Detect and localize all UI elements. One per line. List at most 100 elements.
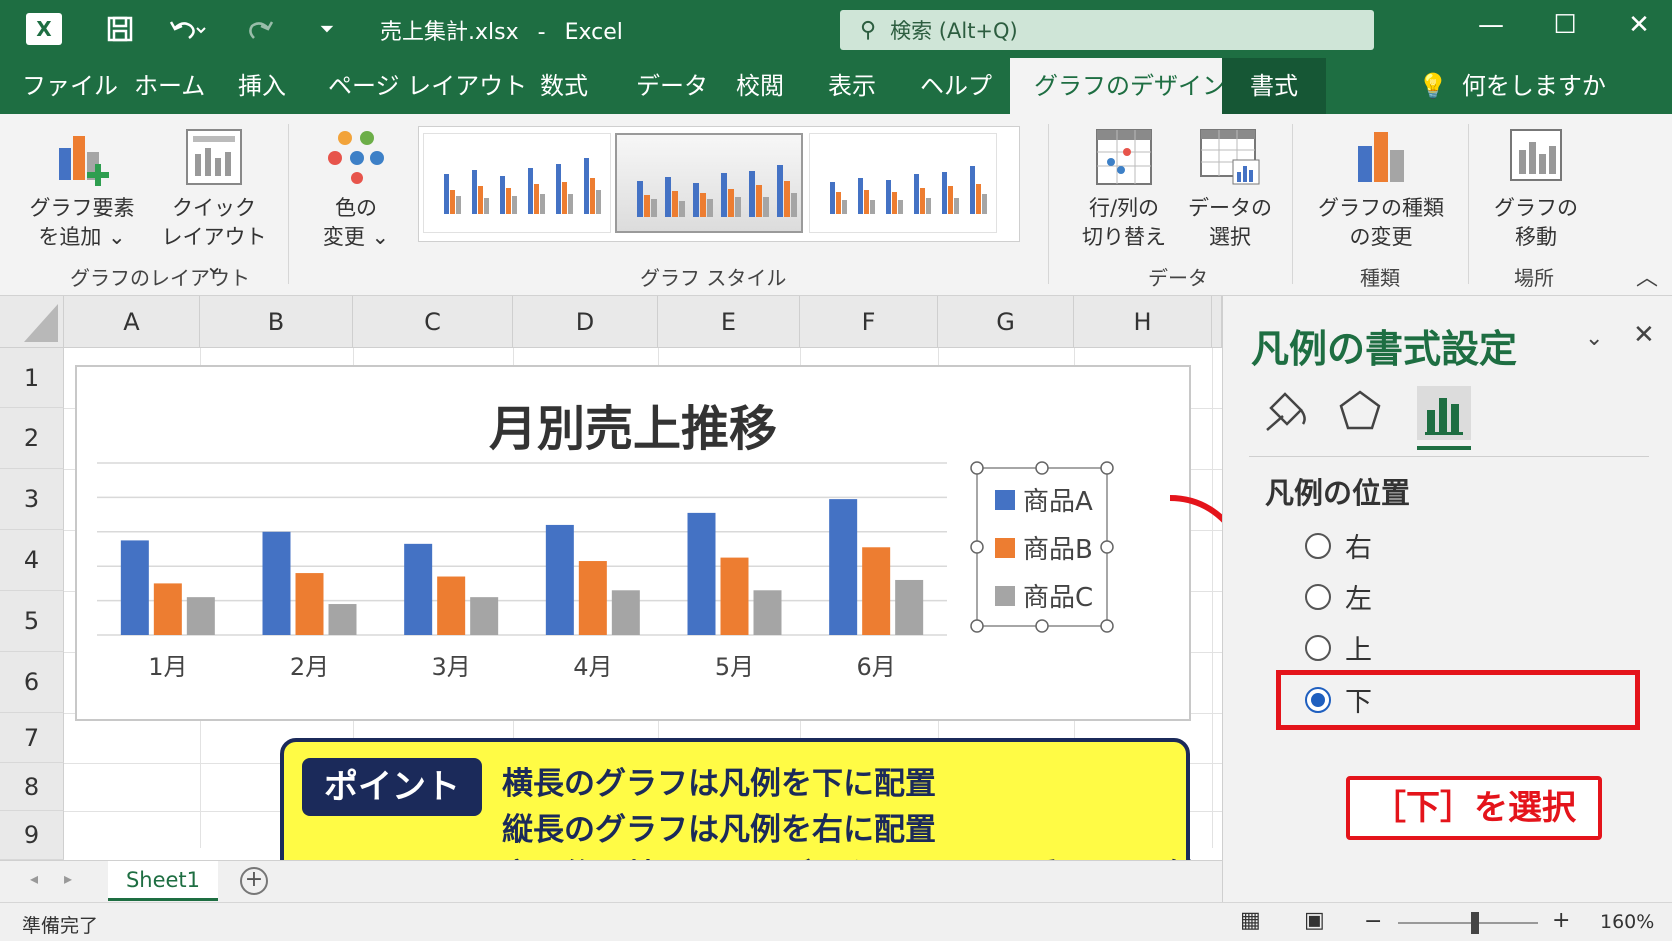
add-chart-element-button[interactable]: グラフ要素 を追加 ⌄ xyxy=(22,124,142,252)
tab-formulas[interactable]: 数式 xyxy=(530,58,598,114)
chart-plot[interactable]: 1月 2月 3月 4月 5月 6月 商品A 商品B 商品C xyxy=(77,367,1189,719)
row-header[interactable]: 7 xyxy=(0,713,64,763)
zoom-out-button[interactable]: − xyxy=(1364,909,1382,934)
row-header[interactable]: 5 xyxy=(0,591,64,652)
bar[interactable] xyxy=(611,590,640,635)
quick-layout-button[interactable]: クイック レイアウト ⌄ xyxy=(150,124,278,281)
selection-handle[interactable] xyxy=(1035,461,1049,475)
selection-handle[interactable] xyxy=(970,461,984,475)
zoom-level[interactable]: 160% xyxy=(1600,911,1654,933)
scroll-right-icon[interactable]: ▸ xyxy=(64,869,72,888)
selection-handle[interactable] xyxy=(1100,540,1114,554)
row-header[interactable]: 4 xyxy=(0,530,64,591)
bar[interactable] xyxy=(404,543,433,635)
bar[interactable] xyxy=(687,512,716,635)
bar[interactable] xyxy=(328,604,357,635)
legend-entry[interactable]: 商品C xyxy=(1023,583,1093,613)
tab-file[interactable]: ファイル xyxy=(12,58,128,114)
tab-format[interactable]: 書式 xyxy=(1222,58,1326,114)
switch-row-column-button[interactable]: 行/列の 切り替え xyxy=(1074,124,1174,252)
row-header[interactable]: 2 xyxy=(0,408,64,469)
legend-entry[interactable]: 商品B xyxy=(1023,535,1093,565)
redo-icon[interactable] xyxy=(240,12,280,46)
chart-area[interactable]: 月別売上推移 1月 2月 3月 4月 5月 6月 商品A 商品B 商品C xyxy=(75,365,1191,721)
tab-view[interactable]: 表示 xyxy=(818,58,886,114)
tab-chart-design[interactable]: グラフのデザイン xyxy=(1010,58,1250,114)
pane-options-chevron-icon[interactable]: ⌄ xyxy=(1585,326,1603,351)
sheet-tab-sheet1[interactable]: Sheet1 xyxy=(108,861,218,901)
minimize-icon[interactable]: — xyxy=(1466,10,1516,40)
tab-home[interactable]: ホーム xyxy=(124,58,215,114)
radio-top[interactable] xyxy=(1305,634,1331,661)
search-box[interactable]: ⚲ 検索 (Alt+Q) xyxy=(840,10,1374,50)
tab-page-layout[interactable]: ページ レイアウト xyxy=(318,58,537,114)
radio-left[interactable] xyxy=(1305,583,1331,610)
tab-help[interactable]: ヘルプ xyxy=(910,58,1002,114)
tab-data[interactable]: データ xyxy=(626,58,718,114)
legend-position-left[interactable]: 左 xyxy=(1305,577,1372,616)
selection-handle[interactable] xyxy=(1100,619,1114,633)
effects-pentagon-icon[interactable] xyxy=(1335,386,1385,436)
chart-style-1[interactable] xyxy=(423,133,611,233)
save-icon[interactable] xyxy=(100,12,140,46)
bar[interactable] xyxy=(470,597,499,635)
zoom-slider-thumb[interactable] xyxy=(1471,912,1479,934)
selection-handle[interactable] xyxy=(970,540,984,554)
change-colors-button[interactable]: 色の 変更 ⌄ xyxy=(304,124,408,252)
selection-handle[interactable] xyxy=(970,619,984,633)
legend-position-top[interactable]: 上 xyxy=(1305,628,1372,667)
close-window-icon[interactable]: ✕ xyxy=(1614,10,1664,40)
chart-style-2-selected[interactable] xyxy=(615,133,803,233)
bar[interactable] xyxy=(895,579,924,635)
change-chart-type-button[interactable]: グラフの種類 の変更 xyxy=(1306,124,1456,252)
bar[interactable] xyxy=(153,583,182,635)
column-header[interactable]: H xyxy=(1074,296,1212,348)
normal-view-icon[interactable]: ▦ xyxy=(1240,908,1261,933)
page-layout-view-icon[interactable]: ▣ xyxy=(1304,908,1325,933)
fill-line-icon[interactable] xyxy=(1261,386,1311,436)
column-header[interactable]: B xyxy=(200,296,353,348)
legend-entry[interactable]: 商品A xyxy=(1023,487,1093,517)
radio-right[interactable] xyxy=(1305,532,1331,559)
row-header[interactable]: 1 xyxy=(0,348,64,408)
bar[interactable] xyxy=(262,531,291,635)
move-chart-button[interactable]: グラフの 移動 xyxy=(1484,124,1588,252)
legend-position-right[interactable]: 右 xyxy=(1305,526,1372,565)
column-header[interactable]: C xyxy=(353,296,513,348)
tab-insert[interactable]: 挿入 xyxy=(228,58,296,114)
column-header[interactable]: A xyxy=(64,296,200,348)
bar[interactable] xyxy=(186,597,215,635)
customize-qat-icon[interactable]: ⏷ xyxy=(312,12,342,46)
zoom-in-button[interactable]: + xyxy=(1552,908,1570,933)
bar[interactable] xyxy=(578,561,607,635)
pane-close-icon[interactable]: ✕ xyxy=(1633,320,1655,350)
selection-handle[interactable] xyxy=(1035,619,1049,633)
maximize-icon[interactable]: ☐ xyxy=(1540,10,1590,40)
bar[interactable] xyxy=(753,590,782,635)
chart-style-3[interactable] xyxy=(809,133,997,233)
bar[interactable] xyxy=(437,576,466,635)
scroll-left-icon[interactable]: ◂ xyxy=(30,869,38,888)
bar[interactable] xyxy=(720,557,749,635)
bar[interactable] xyxy=(120,540,149,635)
column-header[interactable]: G xyxy=(938,296,1074,348)
bar[interactable] xyxy=(545,524,574,635)
tell-me[interactable]: 💡 何をしますか xyxy=(1418,58,1606,114)
selection-handle[interactable] xyxy=(1100,461,1114,475)
column-header[interactable]: F xyxy=(800,296,938,348)
chart-styles-gallery[interactable] xyxy=(418,126,1020,242)
collapse-ribbon-icon[interactable]: ︿ xyxy=(1636,260,1658,292)
bar[interactable] xyxy=(862,547,891,635)
select-data-button[interactable]: データの 選択 xyxy=(1180,124,1280,252)
column-header[interactable]: E xyxy=(658,296,800,348)
undo-icon[interactable] xyxy=(160,12,214,46)
bar[interactable] xyxy=(829,499,858,635)
tab-review[interactable]: 校閲 xyxy=(726,58,794,114)
legend-options-icon[interactable] xyxy=(1417,386,1471,440)
zoom-slider-track[interactable] xyxy=(1398,912,1538,934)
row-header[interactable]: 8 xyxy=(0,763,64,811)
row-header[interactable]: 3 xyxy=(0,469,64,530)
select-all-corner[interactable] xyxy=(0,296,64,348)
add-sheet-icon[interactable]: + xyxy=(240,867,268,895)
column-header[interactable]: D xyxy=(513,296,658,348)
